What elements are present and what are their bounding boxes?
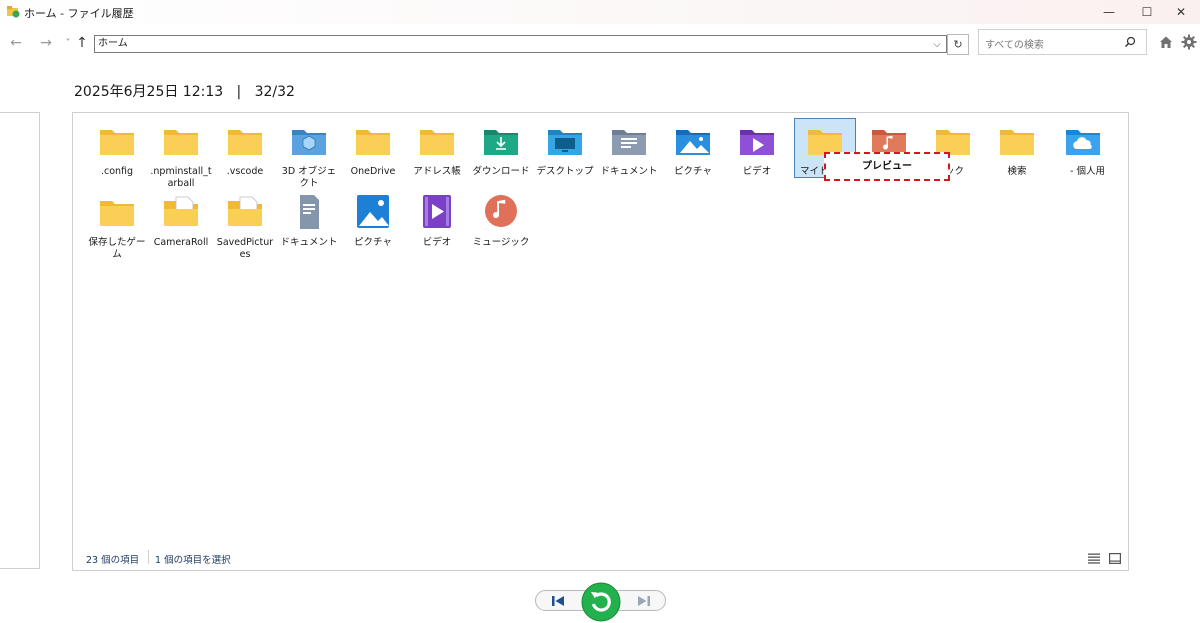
up-button[interactable]: ↑ — [75, 30, 89, 56]
item-label: 3D オブジェクト — [281, 166, 337, 189]
pictures-folder-icon — [676, 130, 710, 155]
file-list-pane[interactable] — [72, 112, 1129, 571]
item-label: ミュージック — [472, 237, 530, 248]
onedrive-folder-icon — [1066, 130, 1100, 155]
pictures-library-icon — [357, 195, 389, 228]
item-label: - 個人用 — [1070, 166, 1105, 177]
back-button[interactable]: ← — [6, 30, 26, 56]
item-label: ビデオ — [422, 237, 452, 248]
snapshot-datetime: 2025年6月25日 12:13 — [74, 84, 224, 100]
folder-icon — [228, 130, 262, 155]
downloads-folder-icon — [484, 130, 518, 155]
desktop-folder-icon — [548, 130, 582, 155]
videos-library-icon — [423, 195, 451, 228]
recent-locations-button[interactable]: ˅ — [63, 30, 73, 56]
header-separator: | — [236, 84, 242, 100]
folder-icon — [100, 201, 134, 226]
folder-icon — [100, 130, 134, 155]
item-label: .config — [100, 166, 134, 177]
item-label: .npminstall_tarball — [150, 166, 212, 189]
preview-tooltip: プレビュー — [824, 152, 950, 181]
item-label: .vscode — [226, 166, 264, 177]
item-label: ビデオ — [742, 166, 772, 177]
window-title: ホーム - ファイル履歴 — [24, 7, 134, 20]
item-label: 保存したゲーム — [88, 237, 146, 260]
next-version-icon[interactable] — [634, 593, 654, 609]
folder-icon — [164, 130, 198, 155]
search-placeholder: すべての検索 — [985, 40, 1044, 51]
status-divider — [148, 550, 149, 564]
search-input[interactable]: すべての検索 — [978, 29, 1147, 55]
snapshot-position: 32/32 — [254, 84, 295, 100]
videos-folder-icon — [740, 130, 774, 155]
title-bar: ホーム - ファイル履歴 — ☐ ✕ — [0, 0, 1200, 24]
item-label: ダウンロード — [472, 166, 530, 177]
documents-library-icon — [300, 195, 319, 229]
large-icons-view-icon[interactable] — [1109, 553, 1121, 564]
item-label: OneDrive — [350, 166, 396, 177]
previous-version-icon[interactable] — [548, 593, 568, 609]
item-label: ドキュメント — [280, 237, 338, 248]
details-view-icon[interactable] — [1088, 553, 1100, 564]
folder-icon — [420, 130, 454, 155]
item-label: ピクチャ — [354, 237, 392, 248]
3d-objects-folder-icon — [292, 130, 326, 155]
restore-icon[interactable] — [581, 582, 621, 622]
refresh-button[interactable]: ↻ — [947, 34, 969, 55]
item-label: ピクチャ — [674, 166, 712, 177]
item-label: 検索 — [1007, 166, 1027, 177]
home-icon[interactable] — [1158, 34, 1174, 50]
item-label: デスクトップ — [536, 166, 594, 177]
address-dropdown-button[interactable]: ⌵ — [931, 36, 943, 52]
status-selection: 1 個の項目を選択 — [155, 555, 231, 566]
folder-icon — [356, 130, 390, 155]
close-button[interactable]: ✕ — [1158, 0, 1200, 24]
forward-button[interactable]: → — [36, 30, 56, 56]
documents-folder-icon — [612, 130, 646, 155]
address-bar[interactable]: ホーム — [94, 35, 947, 53]
snapshot-header: 2025年6月25日 12:13 | 32/32 — [74, 81, 295, 101]
gear-icon[interactable] — [1181, 34, 1197, 50]
music-library-icon — [485, 195, 517, 227]
navigation-pane[interactable] — [0, 112, 40, 569]
item-label: CameraRoll — [153, 237, 209, 248]
file-history-icon — [7, 6, 20, 18]
search-icon[interactable] — [1124, 36, 1136, 48]
item-label: ドキュメント — [600, 166, 658, 177]
status-item-count: 23 個の項目 — [86, 555, 140, 566]
folder-icon — [1000, 130, 1034, 155]
item-label: SavedPictures — [216, 237, 274, 260]
item-label: アドレス帳 — [413, 166, 461, 177]
file-folder-icon — [164, 196, 198, 226]
file-folder-icon — [228, 196, 262, 226]
